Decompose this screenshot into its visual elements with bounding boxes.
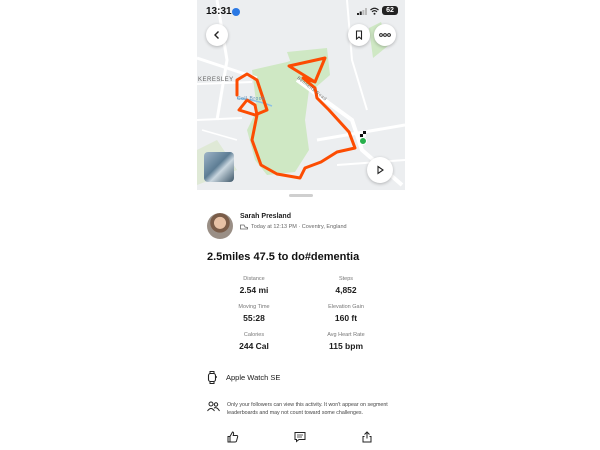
activity-photo-thumbnail[interactable] [204, 152, 234, 182]
stat-value: 2.54 mi [239, 285, 269, 295]
stat-steps: Steps 4,852 [306, 276, 386, 295]
device-name: Apple Watch SE [226, 373, 281, 382]
walk-shoe-icon [240, 224, 248, 230]
activity-meta-text: Today at 12:13 PM · Coventry, England [251, 224, 347, 230]
stat-label: Calories [243, 332, 265, 338]
comment-button[interactable] [291, 428, 309, 446]
stat-calories: Calories 244 Cal [214, 332, 294, 351]
flyover-play-button[interactable] [367, 157, 393, 183]
stat-label: Distance [243, 276, 265, 282]
more-icon [379, 33, 391, 37]
map-place-label: KERESLEY [198, 77, 234, 83]
activity-screen: KERESLEY Coll Brook Bennetts Road 13:31 … [197, 0, 405, 450]
stat-value: 244 Cal [239, 341, 269, 351]
athlete-name[interactable]: Sarah Presland [240, 213, 291, 220]
stat-value: 55:28 [243, 313, 265, 323]
device-row: Apple Watch SE [207, 371, 280, 384]
stat-label: Steps [338, 276, 354, 282]
stat-elevation-gain: Elevation Gain 160 ft [306, 304, 386, 323]
stat-value: 4,852 [335, 285, 357, 295]
kudos-button[interactable] [224, 428, 242, 446]
comment-icon [294, 432, 306, 443]
play-icon [377, 165, 384, 175]
save-route-button[interactable] [348, 24, 370, 46]
action-bar [197, 428, 405, 448]
map-water-label: Coll Brook [237, 96, 266, 102]
bookmark-icon [355, 30, 363, 40]
location-arrow-icon [232, 8, 240, 16]
followers-icon [207, 401, 220, 412]
status-bar: 13:31 62 [197, 0, 405, 24]
smartwatch-icon [207, 371, 217, 384]
stat-value: 115 bpm [328, 341, 364, 351]
activity-title: 2.5miles 47.5 to do#dementia [207, 251, 360, 263]
status-time: 13:31 [206, 6, 232, 17]
kudos-icon [227, 431, 239, 443]
share-button[interactable] [358, 428, 376, 446]
privacy-notice-text: Only your followers can view this activi… [227, 402, 388, 416]
stat-distance: Distance 2.54 mi [214, 276, 294, 295]
cellular-signal-icon [357, 8, 367, 15]
activity-meta: Today at 12:13 PM · Coventry, England [240, 224, 347, 230]
stat-moving-time: Moving Time 55:28 [214, 304, 294, 323]
route-map[interactable]: KERESLEY Coll Brook Bennetts Road 13:31 … [197, 0, 405, 190]
stat-label: Moving Time [238, 304, 270, 310]
stat-label: Avg Heart Rate [327, 332, 365, 338]
battery-indicator: 62 [382, 6, 398, 15]
avatar[interactable] [207, 213, 233, 239]
more-options-button[interactable] [374, 24, 396, 46]
stat-value: 160 ft [334, 313, 358, 323]
stat-avg-heart-rate: Avg Heart Rate 115 bpm [306, 332, 386, 351]
back-button[interactable] [206, 24, 228, 46]
wifi-icon [370, 7, 379, 15]
share-icon [362, 431, 372, 443]
stat-label: Elevation Gain [328, 304, 364, 310]
privacy-notice: Only your followers can view this activi… [207, 401, 405, 417]
back-icon [214, 31, 219, 39]
sheet-drag-handle[interactable] [289, 194, 313, 197]
